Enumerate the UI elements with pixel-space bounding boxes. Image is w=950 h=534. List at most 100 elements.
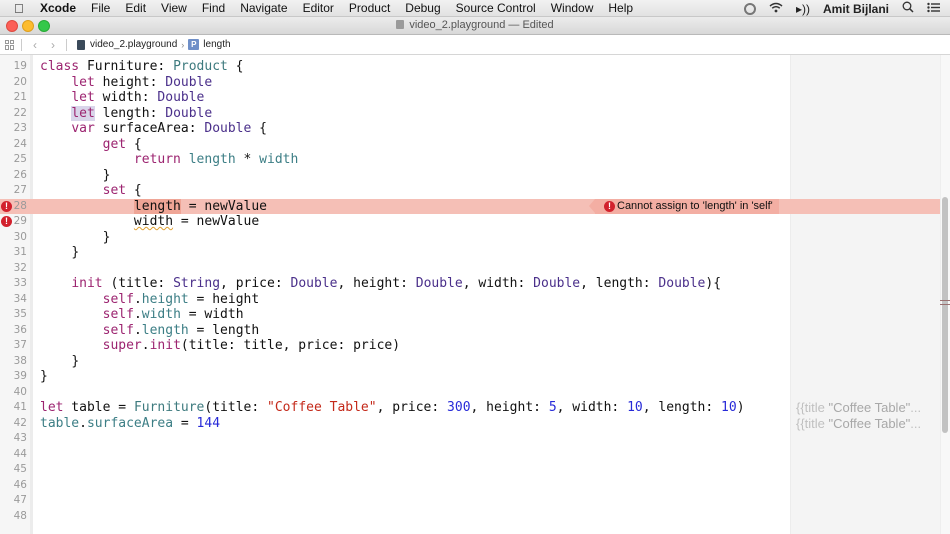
code-token: Double [658, 276, 706, 291]
menu-view[interactable]: View [161, 0, 187, 17]
code-token: 10 [627, 400, 643, 415]
result-value[interactable]: {{title "Coffee Table"... [796, 416, 921, 432]
code-line[interactable]: 33 init (title: String, price: Double, h… [0, 276, 790, 292]
code-line[interactable]: 43 [0, 431, 790, 447]
notification-center-icon[interactable] [927, 2, 940, 16]
code-line[interactable]: 41 let table = Furniture(title: "Coffee T… [0, 400, 790, 416]
menu-edit[interactable]: Edit [125, 0, 146, 17]
menu-product[interactable]: Product [349, 0, 390, 17]
code-token: length [141, 322, 189, 338]
scrollbar-thumb[interactable] [942, 197, 948, 433]
code-line[interactable]: 46 [0, 478, 790, 494]
menu-navigate[interactable]: Navigate [240, 0, 287, 17]
code-text: return length * width [40, 152, 298, 168]
spotlight-search-icon[interactable] [902, 1, 914, 16]
menu-file[interactable]: File [91, 0, 110, 17]
code-line[interactable]: 35 self.width = width [0, 307, 790, 323]
code-line[interactable]: 45 [0, 462, 790, 478]
line-number: 30 [13, 230, 27, 243]
code-token: { [227, 59, 244, 74]
error-gutter-icon[interactable]: ! [1, 200, 12, 212]
user-name[interactable]: Amit Bijlani [823, 2, 889, 16]
code-line[interactable]: 27 set { [0, 183, 790, 199]
menu-debug[interactable]: Debug [405, 0, 440, 17]
line-number: 34 [13, 292, 27, 305]
code-text: self.width = width [40, 307, 244, 323]
code-text: } [40, 354, 79, 370]
code-line[interactable]: 25 return length * width [0, 152, 790, 168]
error-gutter-icon[interactable]: ! [1, 216, 12, 227]
menu-editor[interactable]: Editor [303, 0, 334, 17]
forward-button[interactable]: › [46, 38, 60, 52]
code-token: 10 [721, 400, 737, 415]
code-token: , height: [337, 276, 416, 291]
code-text: } [40, 369, 48, 385]
code-line[interactable]: 29! width = newValue [0, 214, 790, 230]
code-line[interactable]: 26 } [0, 168, 790, 184]
code-line[interactable]: 48 [0, 509, 790, 525]
code-line[interactable]: 20 let height: Double [0, 75, 790, 91]
code-line[interactable]: 32 [0, 261, 790, 277]
back-button[interactable]: ‹ [28, 38, 42, 52]
menu-window[interactable]: Window [551, 0, 594, 17]
code-token: = newValue [180, 198, 267, 214]
code-line[interactable]: 31 } [0, 245, 790, 261]
code-token: } [71, 353, 80, 369]
code-line[interactable]: 47 [0, 493, 790, 509]
code-token: . [133, 307, 142, 322]
code-line[interactable]: 34 self.height = height [0, 292, 790, 308]
line-number: 26 [13, 168, 27, 181]
code-line[interactable]: 39} [0, 369, 790, 385]
code-line[interactable]: 36 self.length = length [0, 323, 790, 339]
code-token: , height: [470, 400, 549, 415]
result-text: "Coffee Table" [828, 400, 911, 415]
code-token: } [102, 167, 111, 183]
code-text: init (title: String, price: Double, heig… [40, 276, 721, 292]
apple-menu-icon[interactable]:  [14, 0, 28, 17]
code-token: . [79, 415, 87, 431]
code-token: } [102, 229, 111, 245]
code-line[interactable]: 40 [0, 385, 790, 401]
result-ellipsis: ... [910, 400, 922, 415]
result-ellipsis: ... [910, 415, 922, 431]
code-token: { [251, 121, 267, 136]
code-text: let width: Double [40, 90, 204, 106]
line-number: 36 [13, 323, 27, 336]
breadcrumb-symbol[interactable]: length [203, 39, 230, 50]
code-line[interactable]: 22 let length: Double [0, 105, 790, 122]
code-text: super.init(title: title, price: price) [40, 338, 400, 354]
code-token: (title: title, price: price) [180, 338, 401, 353]
code-line[interactable]: 30 } [0, 230, 790, 246]
wifi-icon[interactable] [769, 2, 783, 16]
jump-bar: ‹ › video_2.playground › P length [0, 35, 950, 55]
related-items-icon[interactable] [5, 39, 15, 50]
code-token: . [133, 322, 142, 338]
creative-cloud-icon[interactable] [743, 2, 756, 15]
code-token: Double [165, 105, 213, 121]
error-message-text: Cannot assign to 'length' in 'self' [617, 199, 773, 212]
code-line[interactable]: 21 let width: Double [0, 90, 790, 106]
result-text: "Coffee Table" [828, 415, 911, 431]
code-token: , price: [220, 276, 291, 291]
code-editor[interactable]: 19 class Furniture: Product {20 let heigh… [0, 55, 950, 534]
line-number: 45 [13, 463, 27, 475]
result-value[interactable]: {{title "Coffee Table"... [796, 400, 921, 416]
menu-source-control[interactable]: Source Control [456, 0, 536, 17]
code-line[interactable]: 44 [0, 447, 790, 463]
code-token: table = [63, 400, 134, 415]
code-line[interactable]: 38 } [0, 354, 790, 370]
code-line-error[interactable]: 28! length = newValue! Cannot assign to '… [0, 198, 940, 214]
volume-icon[interactable]: ▸)) [796, 2, 810, 16]
code-line[interactable]: 37 super.init(title: title, price: price… [0, 338, 790, 354]
menu-app-xcode[interactable]: Xcode [40, 0, 76, 17]
code-line[interactable]: 23 var surfaceArea: Double { [0, 121, 790, 137]
code-line[interactable]: 19 class Furniture: Product { [0, 59, 790, 75]
code-line[interactable]: 42 table.surfaceArea = 144 [0, 416, 790, 432]
menu-find[interactable]: Find [202, 0, 225, 17]
breadcrumb-file[interactable]: video_2.playground [90, 39, 177, 50]
code-token: . [141, 338, 150, 353]
code-token: Product [173, 59, 228, 74]
code-line[interactable]: 24 get { [0, 137, 790, 153]
menu-help[interactable]: Help [608, 0, 633, 17]
error-message[interactable]: ! Cannot assign to 'length' in 'self' [589, 198, 779, 214]
